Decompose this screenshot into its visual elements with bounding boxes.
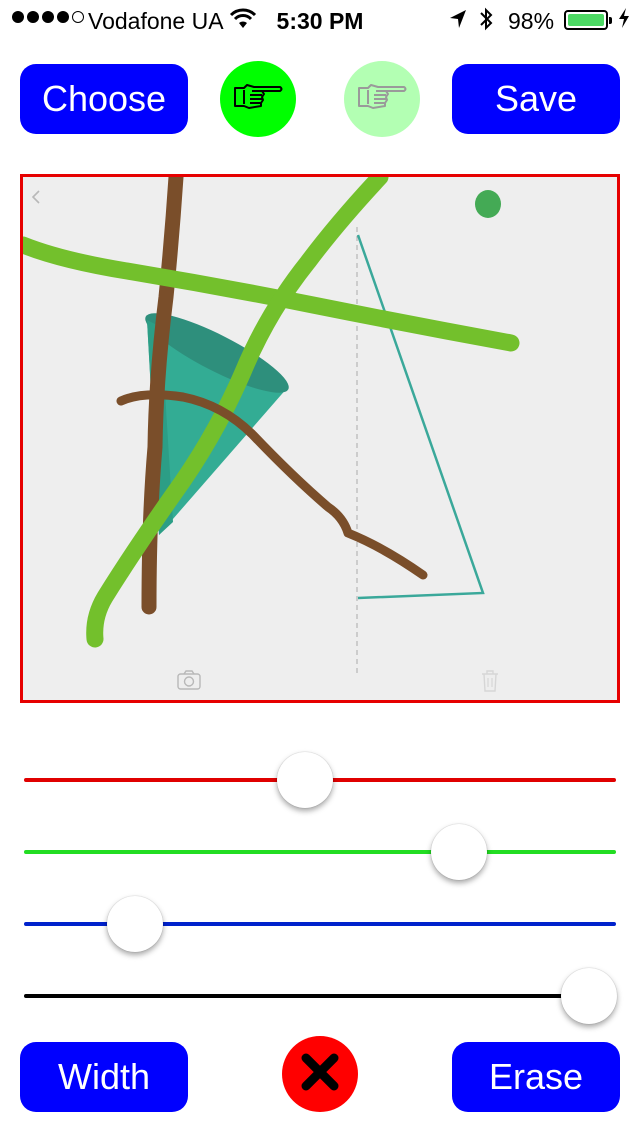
pointing-hand-icon [232,81,284,118]
red-slider[interactable] [24,752,616,808]
clear-button[interactable] [282,1036,358,1112]
trash-icon [482,670,498,692]
red-slider-thumb[interactable] [277,752,334,808]
battery-icon [564,10,612,30]
back-chevron-icon [31,190,40,204]
charging-bolt-icon [618,7,630,35]
hand-tool-button[interactable] [220,61,296,137]
status-bar: Vodafone UA 5:30 PM 98% [0,0,640,40]
width-slider[interactable] [24,968,618,1024]
green-slider-track[interactable] [24,850,616,854]
drawing-canvas[interactable] [20,174,620,703]
canvas-drawing [23,177,520,692]
location-arrow-icon [449,9,467,35]
pointing-hand-icon [356,81,408,118]
blue-slider[interactable] [24,896,616,952]
green-slider-thumb[interactable] [431,824,488,880]
battery-percent: 98% [508,8,555,34]
choose-button[interactable]: Choose [20,64,188,134]
erase-button[interactable]: Erase [452,1042,620,1112]
close-icon [300,1052,340,1097]
bluetooth-icon [478,6,494,38]
blue-slider-thumb[interactable] [106,896,163,952]
camera-icon [177,670,201,690]
width-slider-track[interactable] [24,994,616,998]
green-dot-icon [475,190,501,218]
width-slider-thumb[interactable] [561,968,618,1024]
width-button[interactable]: Width [20,1042,188,1112]
green-slider[interactable] [24,824,616,880]
hand-tool-inactive-button[interactable] [344,61,420,137]
save-button[interactable]: Save [452,64,620,134]
